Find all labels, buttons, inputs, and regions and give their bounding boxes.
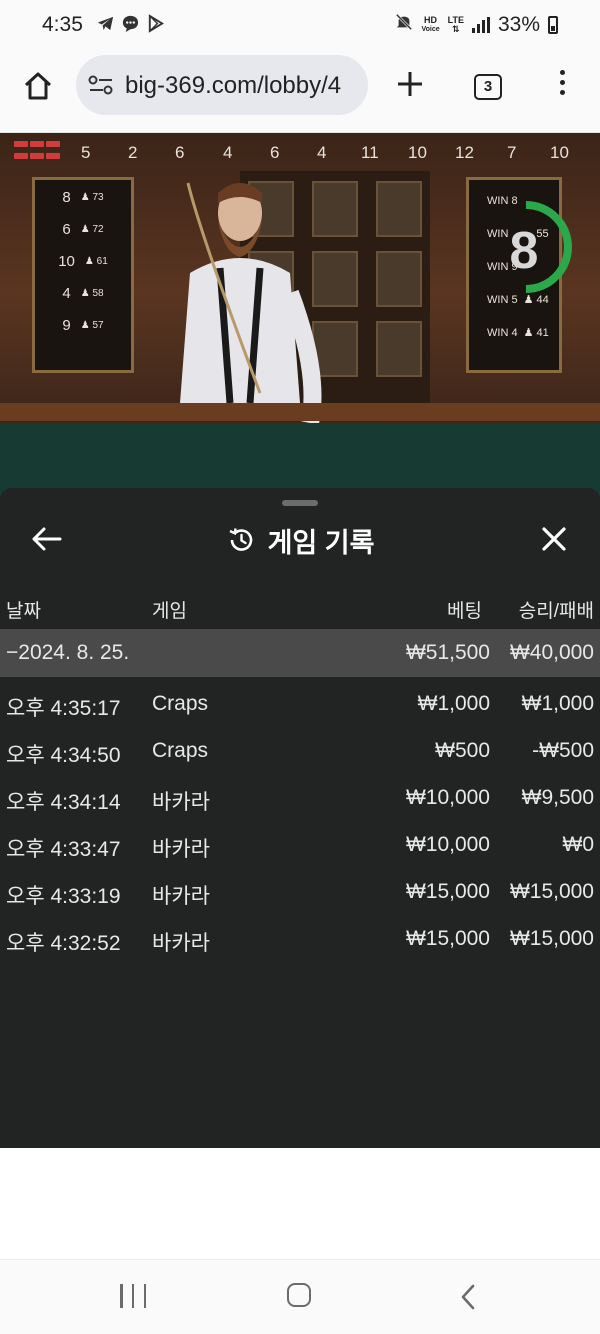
new-tab-button[interactable]	[394, 68, 426, 100]
close-button[interactable]	[540, 525, 568, 553]
roll-result: 4	[317, 143, 327, 162]
lte-icon: LTE ⇅	[447, 15, 464, 34]
row-time: 오후 4:33:19	[6, 885, 121, 908]
url-text: big-369.com/lobby/4	[125, 72, 342, 99]
column-header-bet: 베팅	[447, 601, 482, 622]
battery-percent: 33%	[497, 13, 540, 36]
roll-result: 11	[361, 143, 379, 162]
chevron-left-icon	[461, 1284, 475, 1310]
roll-result: 7	[507, 143, 517, 162]
row-time: 오후 4:33:47	[6, 838, 121, 861]
row-game: 바카라	[152, 885, 210, 908]
battery-icon	[548, 16, 558, 34]
notification-icons	[96, 14, 165, 33]
row-game: 바카라	[152, 932, 210, 955]
row-game: Craps	[152, 739, 209, 762]
row-result: -₩500	[532, 739, 594, 762]
column-header-game: 게임	[152, 601, 187, 622]
mute-icon	[395, 13, 413, 37]
more-menu-button[interactable]	[552, 70, 572, 100]
row-result: ₩15,000	[509, 927, 594, 950]
group-total-bet: ₩51,500	[405, 641, 490, 664]
row-bet: ₩1,000	[417, 692, 490, 715]
home-button[interactable]	[20, 68, 56, 104]
hot-numbers-board: 8 ♟ 73 6 ♟ 72 10 ♟ 61 4 ♟ 58 9 ♟ 57	[32, 177, 134, 373]
site-settings-icon[interactable]	[88, 74, 114, 96]
home-nav-button[interactable]	[287, 1283, 311, 1307]
row-result: ₩15,000	[509, 880, 594, 903]
roll-result: 10	[408, 143, 427, 162]
row-result: ₩9,500	[521, 786, 594, 809]
hot-number-row: 10 ♟ 61	[58, 252, 108, 270]
row-game: Craps	[152, 692, 209, 715]
close-icon	[542, 527, 566, 551]
row-time: 오후 4:35:17	[6, 697, 121, 720]
roll-result: 2	[128, 143, 138, 162]
hot-number-row: 9 ♟ 57	[62, 316, 104, 334]
roll-result: 4	[223, 143, 233, 162]
hot-number-row: 4 ♟ 58	[62, 284, 104, 302]
row-bet: ₩15,000	[405, 880, 490, 903]
column-header-date: 날짜	[6, 601, 41, 622]
history-icon	[229, 528, 252, 551]
group-date: −2024. 8. 25.	[6, 641, 130, 664]
row-bet: ₩10,000	[405, 786, 490, 809]
dealer-figure	[180, 182, 322, 425]
row-result: ₩1,000	[521, 692, 594, 715]
game-history-panel: 게임 기록 날짜 게임 베팅 승리/패배 −2024. 8. 25. ₩51,5…	[0, 488, 600, 1148]
address-bar[interactable]: big-369.com/lobby/4	[76, 55, 368, 115]
row-bet: ₩15,000	[405, 927, 490, 950]
roll-result: 6	[175, 143, 185, 162]
signal-icon	[471, 17, 490, 33]
back-nav-button[interactable]	[458, 1283, 478, 1311]
roll-result: 6	[270, 143, 280, 162]
page-blank-area	[0, 1148, 600, 1258]
row-game: 바카라	[152, 791, 210, 814]
column-header-result: 승리/패배	[518, 601, 594, 622]
roll-result: 5	[81, 143, 91, 162]
telegram-icon	[96, 14, 115, 33]
row-time: 오후 4:34:50	[6, 744, 121, 767]
panel-title: 게임 기록	[267, 527, 375, 558]
row-result: ₩0	[562, 833, 595, 856]
date-group-row[interactable]: −2024. 8. 25. ₩51,500 ₩40,000	[0, 629, 600, 677]
popular-bet-row: WIN 4 ♟ 41	[487, 326, 549, 340]
status-bar: 4:35 HD Voice LTE ⇅ 33%	[0, 0, 600, 52]
countdown-value: 8	[509, 222, 539, 280]
hot-number-row: 6 ♟ 72	[62, 220, 104, 238]
drag-handle[interactable]	[282, 500, 318, 506]
roll-result: 12	[455, 143, 474, 162]
system-status: HD Voice LTE ⇅ 33%	[395, 13, 558, 37]
hot-number-row: 8 ♟ 73	[62, 188, 104, 206]
panel-header: 게임 기록	[0, 524, 600, 558]
row-game: 바카라	[152, 838, 210, 861]
status-time: 4:35	[42, 13, 83, 36]
roll-result: 10	[550, 143, 569, 162]
hd-voice-icon: HD Voice	[421, 15, 440, 34]
play-store-icon	[146, 14, 165, 33]
group-total-result: ₩40,000	[509, 641, 594, 664]
browser-toolbar: big-369.com/lobby/4 3	[0, 52, 600, 133]
tab-switcher-button[interactable]: 3	[474, 74, 502, 100]
row-time: 오후 4:34:14	[6, 791, 121, 814]
system-navigation-bar	[0, 1259, 600, 1334]
home-icon	[24, 72, 52, 100]
row-bet: ₩500	[435, 739, 490, 762]
row-bet: ₩10,000	[405, 833, 490, 856]
row-time: 오후 4:32:52	[6, 932, 121, 955]
chat-icon	[121, 14, 140, 33]
dice-history-icon[interactable]	[14, 141, 64, 163]
counter	[0, 403, 600, 421]
plus-icon	[398, 72, 422, 96]
game-area: 5 2 6 4 6 4 11 10 12 7 10 8 ♟ 73 6 ♟ 72 10…	[0, 133, 600, 1148]
recent-apps-button[interactable]	[120, 1284, 146, 1308]
